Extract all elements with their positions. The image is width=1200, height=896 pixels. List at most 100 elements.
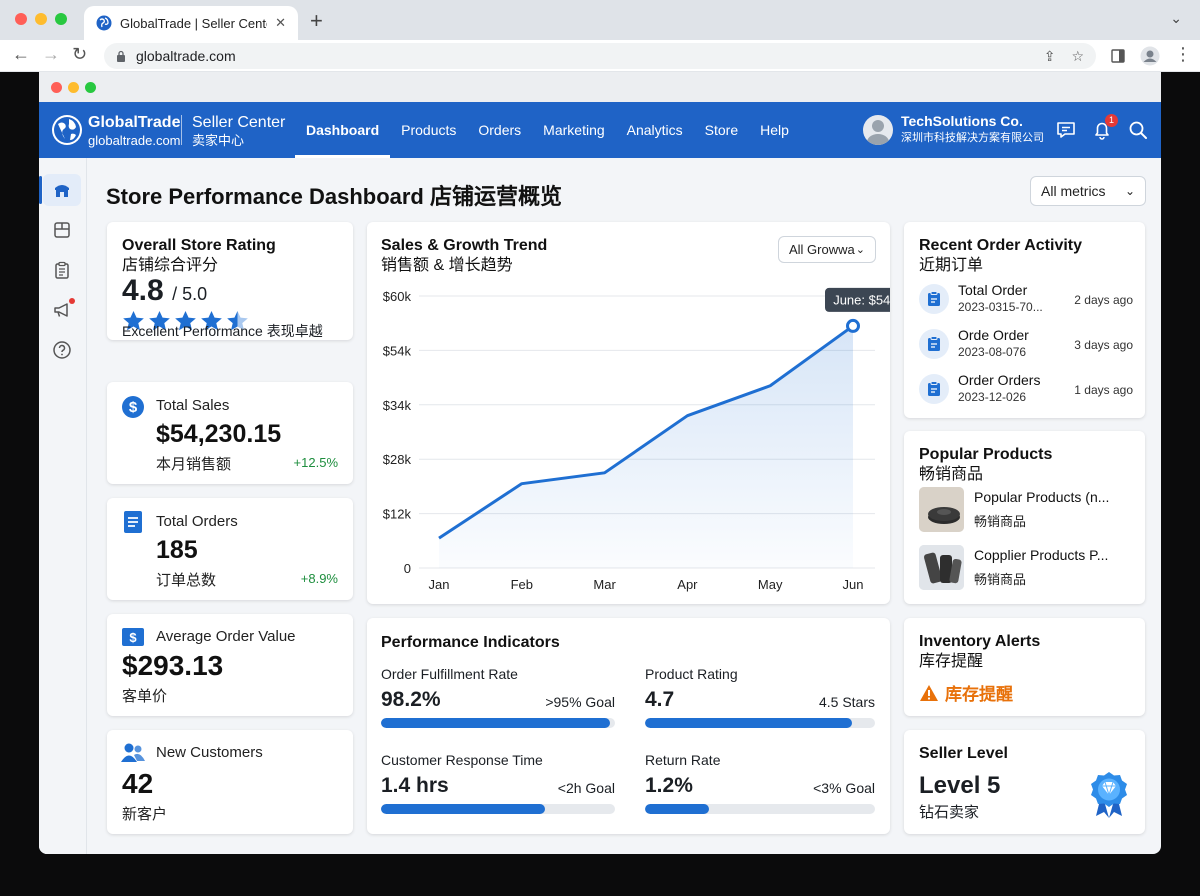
nav-store[interactable]: Store bbox=[694, 102, 749, 158]
product-thumbnail bbox=[919, 545, 964, 590]
nav-dashboard[interactable]: Dashboard bbox=[295, 102, 391, 158]
total-orders-label: Total Orders bbox=[156, 513, 238, 530]
back-arrow-icon[interactable]: ← bbox=[12, 44, 30, 65]
x-tick-label: May bbox=[758, 577, 783, 592]
rating-title: Overall Store Rating bbox=[122, 237, 276, 254]
browser-menu-icon[interactable]: ⋮ bbox=[1174, 44, 1192, 65]
list-item[interactable]: Orde Order 2023-08-076 3 days ago bbox=[919, 327, 1133, 367]
users-icon bbox=[121, 743, 145, 762]
list-item[interactable]: Copplier Products P... 畅销商品 bbox=[919, 545, 1133, 591]
growth-filter-dropdown[interactable]: All Growwa ⌄ bbox=[778, 236, 876, 263]
profile-icon[interactable] bbox=[1140, 46, 1160, 66]
page-title: Store Performance Dashboard 店铺运营概览 bbox=[106, 184, 562, 209]
storefront-icon bbox=[55, 185, 69, 197]
app-titlebar bbox=[39, 72, 1161, 102]
list-item[interactable]: Popular Products (n... 畅销商品 bbox=[919, 487, 1133, 533]
order-time: 3 days ago bbox=[1074, 338, 1133, 352]
browser-tab-bar: GlobalTrade | Seller Center ✕ + ⌄ bbox=[0, 0, 1200, 40]
perf-response-time: Customer Response Time 1.4 hrs <2h Goal bbox=[381, 752, 615, 822]
y-tick-label: 0 bbox=[404, 561, 411, 576]
rating-caption: Excellent Performance 表现卓越 bbox=[122, 323, 323, 339]
browser-toolbar: ← → ↻ globaltrade.com ⇪ ☆ ⋮ bbox=[0, 40, 1200, 72]
product-name: Popular Products (n... bbox=[974, 489, 1110, 505]
order-id: 2023-08-076 bbox=[958, 345, 1027, 359]
chart-points bbox=[846, 318, 860, 333]
window-minimize-button[interactable] bbox=[35, 13, 47, 25]
list-item[interactable]: Order Orders 2023-12-026 1 days ago bbox=[919, 372, 1133, 412]
x-tick-label: Feb bbox=[511, 577, 533, 592]
window-zoom-button[interactable] bbox=[55, 13, 67, 25]
x-tick-label: Jun bbox=[843, 577, 864, 592]
nav-help[interactable]: Help bbox=[749, 102, 800, 158]
nav-products[interactable]: Products bbox=[390, 102, 467, 158]
total-sales-value: $54,230.15 bbox=[156, 420, 282, 448]
nav-orders[interactable]: Orders bbox=[467, 102, 532, 158]
total-orders-change: +8.9% bbox=[300, 571, 338, 586]
product-title-cn: 卖家中心 bbox=[192, 133, 245, 148]
nav-marketing[interactable]: Marketing bbox=[532, 102, 615, 158]
svg-text:$: $ bbox=[129, 630, 137, 645]
globe-logo-icon[interactable] bbox=[51, 114, 83, 146]
y-tick-label: $28k bbox=[383, 452, 412, 467]
share-icon[interactable]: ⇪ bbox=[1044, 48, 1056, 65]
message-icon[interactable] bbox=[1055, 119, 1077, 141]
tab-title: GlobalTrade | Seller Center bbox=[120, 15, 268, 31]
brand-name[interactable]: GlobalTrade globaltrade.com bbox=[88, 114, 181, 150]
sales-trend-chart[interactable]: 0$12k$28k$34k$54k$60kJan Feb Mar Apr May Jun … bbox=[367, 282, 890, 600]
side-panel-icon[interactable] bbox=[1111, 49, 1125, 63]
new-customers-card: New Customers 42 新客户 bbox=[107, 730, 353, 834]
sidebar bbox=[39, 158, 87, 854]
diamond-badge-icon bbox=[1091, 772, 1127, 818]
list-item[interactable]: Total Order 2023-0315-70... 2 days ago bbox=[919, 282, 1133, 322]
tab-close-icon[interactable]: ✕ bbox=[275, 15, 286, 31]
window-close-button[interactable] bbox=[15, 13, 27, 25]
user-menu[interactable]: TechSolutions Co. 深圳市科技解决方案有限公司 bbox=[863, 113, 1044, 147]
new-customers-label: New Customers bbox=[156, 744, 263, 761]
total-orders-value: 185 bbox=[156, 536, 198, 564]
user-info: TechSolutions Co. 深圳市科技解决方案有限公司 bbox=[901, 113, 1044, 147]
app-zoom-button[interactable] bbox=[85, 82, 96, 93]
sales-chart-title-cn: 销售额 & 增长趋势 bbox=[381, 257, 513, 274]
app-minimize-button[interactable] bbox=[68, 82, 79, 93]
new-tab-button[interactable]: + bbox=[310, 8, 323, 34]
browser-tab[interactable]: GlobalTrade | Seller Center ✕ bbox=[84, 6, 298, 40]
nav-analytics[interactable]: Analytics bbox=[616, 102, 694, 158]
chart-tooltip-text: June: $54k bbox=[833, 292, 890, 307]
total-sales-card: $ Total Sales $54,230.15 本月销售额 +12.5% bbox=[107, 382, 353, 484]
perf-product-rating: Product Rating 4.7 4.5 Stars bbox=[645, 666, 875, 736]
brand-title: GlobalTrade bbox=[88, 114, 181, 131]
search-icon[interactable] bbox=[1127, 119, 1149, 141]
brand-divider bbox=[181, 115, 182, 145]
recent-orders-title-cn: 近期订单 bbox=[919, 257, 984, 274]
sidebar-item-store[interactable] bbox=[39, 174, 81, 206]
sidebar-item-orders[interactable] bbox=[43, 254, 81, 286]
perf-value: 4.7 bbox=[645, 688, 675, 711]
app-window: GlobalTrade globaltrade.com Seller Cente… bbox=[39, 72, 1161, 854]
avg-order-card: $ Average Order Value $293.13 客单价 bbox=[107, 614, 353, 716]
product-sub: 畅销商品 bbox=[974, 572, 1027, 587]
top-header: GlobalTrade globaltrade.com Seller Cente… bbox=[39, 102, 1161, 158]
app-close-button[interactable] bbox=[51, 82, 62, 93]
help-circle-icon bbox=[53, 341, 71, 359]
y-tick-label: $54k bbox=[383, 343, 412, 358]
sidebar-item-products[interactable] bbox=[43, 214, 81, 246]
bookmark-star-icon[interactable]: ☆ bbox=[1071, 48, 1084, 65]
sidebar-item-marketing[interactable] bbox=[43, 294, 81, 326]
rating-title-cn: 店铺综合评分 bbox=[122, 257, 219, 274]
tab-search-chevron-icon[interactable]: ⌄ bbox=[1170, 10, 1182, 27]
rating-value: 4.8 bbox=[122, 274, 164, 307]
order-name: Orde Order bbox=[958, 327, 1029, 343]
inventory-alert[interactable]: 库存提醒 bbox=[919, 680, 1013, 705]
rating-max: / 5.0 bbox=[172, 284, 208, 304]
sidebar-item-help[interactable] bbox=[43, 334, 81, 366]
chart-point-highlight[interactable] bbox=[846, 318, 860, 333]
order-time: 2 days ago bbox=[1074, 293, 1133, 307]
metrics-filter-dropdown[interactable]: All metrics ⌄ bbox=[1030, 176, 1146, 206]
forward-arrow-icon[interactable]: → bbox=[42, 44, 60, 65]
seller-level-title: Seller Level bbox=[919, 745, 1008, 762]
brand-domain: globaltrade.com bbox=[88, 133, 181, 148]
reload-icon[interactable]: ↻ bbox=[72, 44, 87, 65]
address-bar[interactable]: globaltrade.com ⇪ ☆ bbox=[104, 43, 1096, 69]
total-sales-label: Total Sales bbox=[156, 397, 230, 414]
user-name: TechSolutions Co. bbox=[901, 113, 1023, 129]
